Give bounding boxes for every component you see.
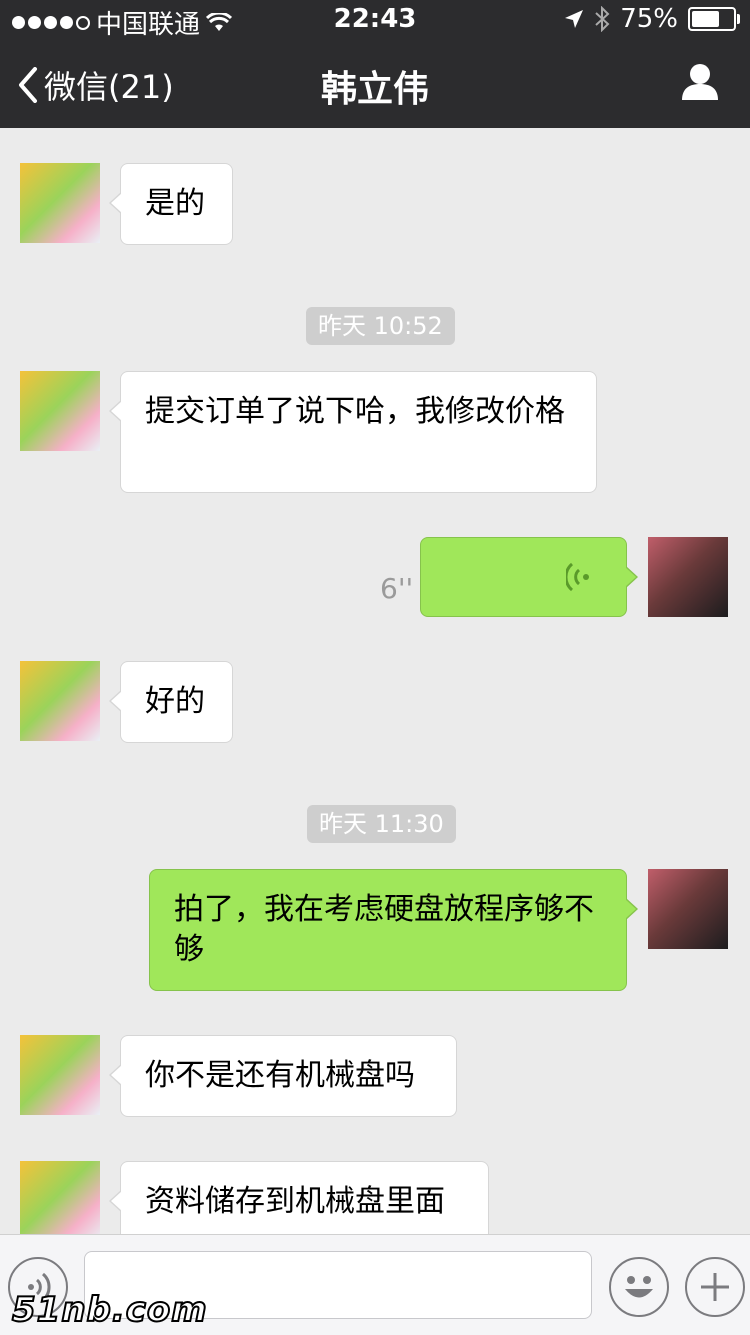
plus-icon [701,1273,729,1301]
chat-title: 韩立伟 [320,69,429,110]
timestamp: 昨天 11:30 [307,805,456,843]
message-bubble-incoming[interactable]: 好的 [109,661,233,743]
contact-avatar[interactable] [20,661,100,741]
voice-message-bubble[interactable] [420,537,638,617]
timestamp: 昨天 10:52 [306,307,455,345]
battery-fill [692,11,719,27]
voice-wave-icon [566,562,589,592]
location-arrow-icon [565,10,584,28]
message-bubble-incoming[interactable]: 你不是还有机械盘吗 [109,1035,457,1117]
message-bubble-incoming[interactable]: 提交订单了说下哈，我修改价格 [109,371,597,493]
my-avatar[interactable] [648,869,728,949]
profile-icon [682,64,718,100]
status-bar: 中国联通 22:43 75% [0,0,750,40]
contact-avatar[interactable] [20,371,100,451]
bluetooth-icon [595,6,610,32]
battery-icon [688,7,740,31]
contact-avatar[interactable] [20,163,100,243]
profile-button[interactable] [680,62,720,106]
contact-avatar[interactable] [20,1035,100,1115]
voice-duration: 6'' [380,572,414,605]
message-bubble-incoming[interactable]: 是的 [109,163,233,245]
message-text: 好的 [145,684,205,719]
message-text: 提交订单了说下哈，我修改价格 [145,394,565,429]
message-text: 资料储存到机械盘里面 [145,1184,445,1219]
emoji-button[interactable] [609,1257,669,1317]
message-bubble-outgoing[interactable]: 拍了，我在考虑硬盘放程序够不够 [149,869,638,991]
message-text: 是的 [145,186,205,221]
message-text: 你不是还有机械盘吗 [145,1058,415,1093]
contact-avatar[interactable] [20,1161,100,1234]
battery-percent: 75% [620,4,678,34]
more-button[interactable] [685,1257,745,1317]
nav-bar: 微信(21) 韩立伟 [0,40,750,128]
message-text: 拍了，我在考虑硬盘放程序够不够 [174,892,594,967]
message-bubble-incoming[interactable]: 资料储存到机械盘里面 [109,1161,489,1234]
emoji-icon [625,1276,653,1298]
chat-area[interactable]: 是的 昨天 10:52 提交订单了说下哈，我修改价格 6'' 好的 昨天 11:… [0,128,750,1234]
my-avatar[interactable] [648,537,728,617]
watermark-logo: 51nb.com [11,1289,208,1331]
